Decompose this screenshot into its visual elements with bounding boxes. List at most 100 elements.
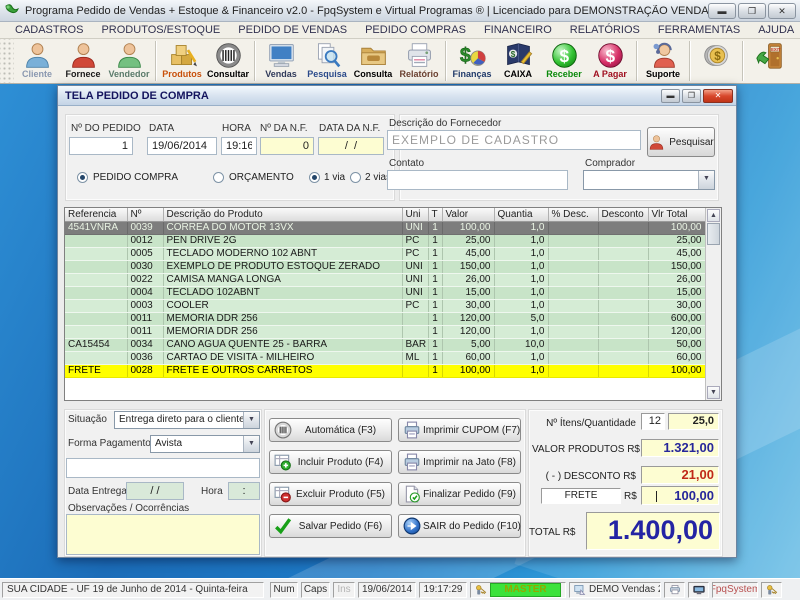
grid-row[interactable]: 0003 COOLER PC 1 30,00 1,0 30,00 <box>65 300 705 313</box>
grid-scrollbar[interactable]: ▲ ▼ <box>705 208 721 400</box>
col-referencia[interactable]: Referencia <box>65 208 127 222</box>
via2-radio[interactable] <box>350 172 361 183</box>
cell-numero: 0028 <box>127 365 163 378</box>
grid-row[interactable]: 0011 MEMÓRIA DDR 256 1 120,00 5,0 600,00 <box>65 313 705 326</box>
cell-desconto <box>598 365 648 378</box>
menu-produtos-estoque[interactable]: PRODUTOS/ESTOQUE <box>92 24 229 36</box>
grid-row[interactable]: 0005 TECLADO MODERNO 102 ABNT PC 1 45,00… <box>65 248 705 261</box>
grid-row[interactable]: FRETE 0028 FRETE E OUTROS CARRETOS 1 100… <box>65 365 705 378</box>
fornecedor-input[interactable] <box>387 130 641 150</box>
incluir-produto-button[interactable]: Incluir Produto (F4) <box>269 450 392 474</box>
grid-row[interactable]: 4541VNRA 0039 CORREA DO MOTOR 13VX UNI 1… <box>65 222 705 235</box>
toolbar-fornecedor-button[interactable]: Fornece <box>60 39 106 83</box>
grid-row[interactable]: 0011 MEMÓRIA DDR 256 1 120,00 1,0 120,00 <box>65 326 705 339</box>
finalizar-pedido-button[interactable]: Finalizar Pedido (F9) <box>398 482 521 506</box>
menu-pedido-compras[interactable]: PEDIDO COMPRAS <box>356 24 475 36</box>
order-time-input[interactable] <box>221 137 257 155</box>
toolbar-suporte-button[interactable]: Suporte <box>640 39 686 83</box>
menu-ferramentas[interactable]: FERRAMENTAS <box>649 24 749 36</box>
menu-ajuda[interactable]: AJUDA <box>749 24 800 36</box>
col-numero[interactable]: Nº <box>127 208 163 222</box>
col-descricao[interactable]: Descrição do Produto <box>163 208 402 222</box>
toolbar-cliente-button[interactable]: Cliente <box>14 39 60 83</box>
salvar-pedido-button[interactable]: Salvar Pedido (F6) <box>269 514 392 538</box>
close-icon[interactable]: ✕ <box>768 3 796 19</box>
cell-descricao: COOLER <box>163 300 402 313</box>
col-desconto[interactable]: Desconto <box>598 208 648 222</box>
toolbar-moeda-button[interactable]: $ <box>693 39 739 83</box>
sair-pedido-button[interactable]: SAIR do Pedido (F10) <box>398 514 521 538</box>
printer-icon <box>405 41 434 70</box>
toolbar-grip <box>0 39 14 83</box>
inner-maximize-icon[interactable]: ❐ <box>682 89 701 103</box>
toolbar-financas-button[interactable]: $ Finanças <box>449 39 495 83</box>
toolbar-vendas-button[interactable]: Vendas <box>258 39 304 83</box>
toolbar-separator <box>636 41 637 81</box>
menu-relatorios[interactable]: RELATÓRIOS <box>561 24 649 36</box>
toolbar-consultar-button[interactable]: Consultar <box>205 39 251 83</box>
toolbar-produtos-button[interactable]: Produtos <box>159 39 205 83</box>
valor-produtos-label: VALOR PRODUTOS R$ <box>532 444 636 455</box>
contato-input[interactable] <box>387 170 568 190</box>
payment-detail-input[interactable] <box>66 458 260 478</box>
grid-row[interactable]: 0022 CAMISA MANGA LONGA UNI 1 26,00 1,0 … <box>65 274 705 287</box>
inner-minimize-icon[interactable]: ▬ <box>661 89 680 103</box>
col-valor[interactable]: Valor <box>442 208 494 222</box>
situacao-select[interactable]: Entrega direto para o cliente ▼ <box>114 411 260 429</box>
cell-valor: 60,00 <box>442 352 494 365</box>
scroll-down-icon[interactable]: ▼ <box>707 386 720 399</box>
pedido-compra-radio[interactable] <box>77 172 88 183</box>
col-uni[interactable]: Uni <box>402 208 428 222</box>
grid-row[interactable]: 0036 CARTAO DE VISITA - MILHEIRO ML 1 60… <box>65 352 705 365</box>
automatica-button[interactable]: Automática (F3) <box>269 418 392 442</box>
cell-desconto <box>598 287 648 300</box>
order-date-input[interactable] <box>147 137 217 155</box>
invoice-number-input[interactable] <box>260 137 314 155</box>
orcamento-radio[interactable] <box>213 172 224 183</box>
scroll-thumb[interactable] <box>707 223 720 245</box>
excluir-produto-button[interactable]: Excluir Produto (F5) <box>269 482 392 506</box>
cell-numero: 0011 <box>127 326 163 339</box>
toolbar-exit-button[interactable]: EXIT <box>746 39 792 83</box>
col-vlr-total[interactable]: Vlr Total <box>648 208 705 222</box>
toolbar-pesquisa-button[interactable]: Pesquisa <box>304 39 350 83</box>
hora-entrega-field[interactable]: : <box>228 482 260 500</box>
via1-radio[interactable] <box>309 172 320 183</box>
forma-pagamento-select[interactable]: Avista ▼ <box>150 435 260 453</box>
toolbar-relatorio-button[interactable]: Relatório <box>396 39 442 83</box>
data-entrega-field[interactable]: / / <box>126 482 184 500</box>
data-label: DATA <box>149 123 174 134</box>
col-t[interactable]: T <box>428 208 442 222</box>
cell-perc-desc <box>548 261 598 274</box>
cell-referencia: CA15454 <box>65 339 127 352</box>
toolbar-separator <box>445 41 446 81</box>
toolbar-receber-button[interactable]: $ Receber <box>541 39 587 83</box>
pedido-number-input[interactable] <box>69 137 133 155</box>
cell-perc-desc <box>548 313 598 326</box>
minimize-icon[interactable]: ▬ <box>708 3 736 19</box>
toolbar-vendedor-button[interactable]: Vendedor <box>106 39 152 83</box>
invoice-date-input[interactable] <box>318 137 384 155</box>
menu-pedido-vendas[interactable]: PEDIDO DE VENDAS <box>229 24 356 36</box>
pedido-compra-window: TELA PEDIDO DE COMPRA ▬ ❐ ✕ Nº DO PEDIDO… <box>57 85 737 558</box>
menu-cadastros[interactable]: CADASTROS <box>6 24 92 36</box>
pesquisar-button[interactable]: Pesquisar <box>647 127 715 157</box>
grid-row[interactable]: CA15454 0034 CANO AGUA QUENTE 25 - BARRA… <box>65 339 705 352</box>
scroll-up-icon[interactable]: ▲ <box>707 209 720 222</box>
toolbar-consulta-button[interactable]: Consulta <box>350 39 396 83</box>
toolbar-caixa-button[interactable]: $ CAIXA <box>495 39 541 83</box>
maximize-icon[interactable]: ❐ <box>738 3 766 19</box>
col-perc-desc[interactable]: % Desc. <box>548 208 598 222</box>
observacoes-textarea[interactable] <box>66 514 260 555</box>
inner-close-icon[interactable]: ✕ <box>703 89 733 103</box>
comprador-select[interactable]: ▼ <box>583 170 715 190</box>
col-quantia[interactable]: Quantia <box>494 208 548 222</box>
products-grid: Referencia Nº Descrição do Produto Uni T… <box>64 207 722 401</box>
grid-row[interactable]: 0004 TECLADO 102ABNT UNI 1 15,00 1,0 15,… <box>65 287 705 300</box>
toolbar-apagar-button[interactable]: $ A Pagar <box>587 39 633 83</box>
grid-row[interactable]: 0030 EXEMPLO DE PRODUTO ESTOQUE ZERADO U… <box>65 261 705 274</box>
imprimir-cupom-button[interactable]: Imprimir CUPOM (F7) <box>398 418 521 442</box>
imprimir-jato-button[interactable]: Imprimir na Jato (F8) <box>398 450 521 474</box>
grid-row[interactable]: 0012 PEN DRIVE 2G PC 1 25,00 1,0 25,00 <box>65 235 705 248</box>
menu-financeiro[interactable]: FINANCEIRO <box>475 24 561 36</box>
